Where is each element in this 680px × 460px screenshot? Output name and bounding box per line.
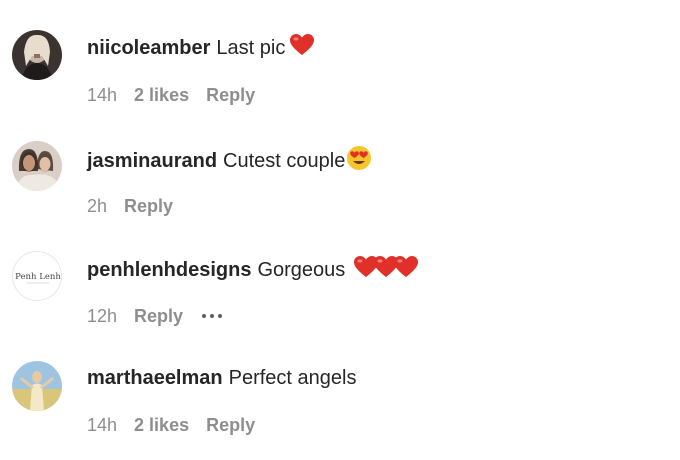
comment-username[interactable]: penhlenhdesigns [87, 258, 251, 282]
avatar-photo-icon [12, 141, 62, 191]
avatar-logo-text: Penh Lenh [15, 272, 61, 282]
comment-text: Last pic [216, 37, 286, 59]
comment-time: 14h [87, 85, 118, 105]
avatar-photo-icon [12, 30, 62, 80]
comment-username[interactable]: jasminaurand [87, 149, 217, 173]
avatar[interactable] [12, 361, 62, 411]
comment-username[interactable]: marthaeelman [87, 366, 223, 390]
comment-time: 12h [87, 306, 118, 326]
comment-time: 14h [87, 415, 118, 435]
comment-username[interactable]: niicoleamber [87, 36, 210, 60]
red-heart-icon [289, 33, 315, 63]
reply-button[interactable]: Reply [124, 195, 173, 217]
comment-text: Perfect angels [228, 367, 357, 389]
reply-button[interactable]: Reply [206, 84, 255, 106]
likes-count-button[interactable]: 2 likes [134, 84, 189, 106]
red-hearts-icon [353, 255, 419, 285]
likes-count-button[interactable]: 2 likes [134, 414, 189, 436]
avatar-photo-icon [12, 361, 62, 411]
avatar[interactable] [12, 141, 62, 191]
comment-text: Cutest couple [223, 150, 346, 172]
avatar[interactable] [12, 30, 62, 80]
heart-eyes-icon [346, 145, 372, 177]
brand-logo-icon: Penh Lenh [13, 252, 61, 300]
avatar[interactable]: Penh Lenh [12, 251, 62, 301]
comment-time: 2h [87, 196, 108, 216]
more-options-icon[interactable] [202, 314, 223, 318]
reply-button[interactable]: Reply [206, 414, 255, 436]
comment-text: Gorgeous [257, 259, 346, 281]
reply-button[interactable]: Reply [134, 305, 183, 327]
